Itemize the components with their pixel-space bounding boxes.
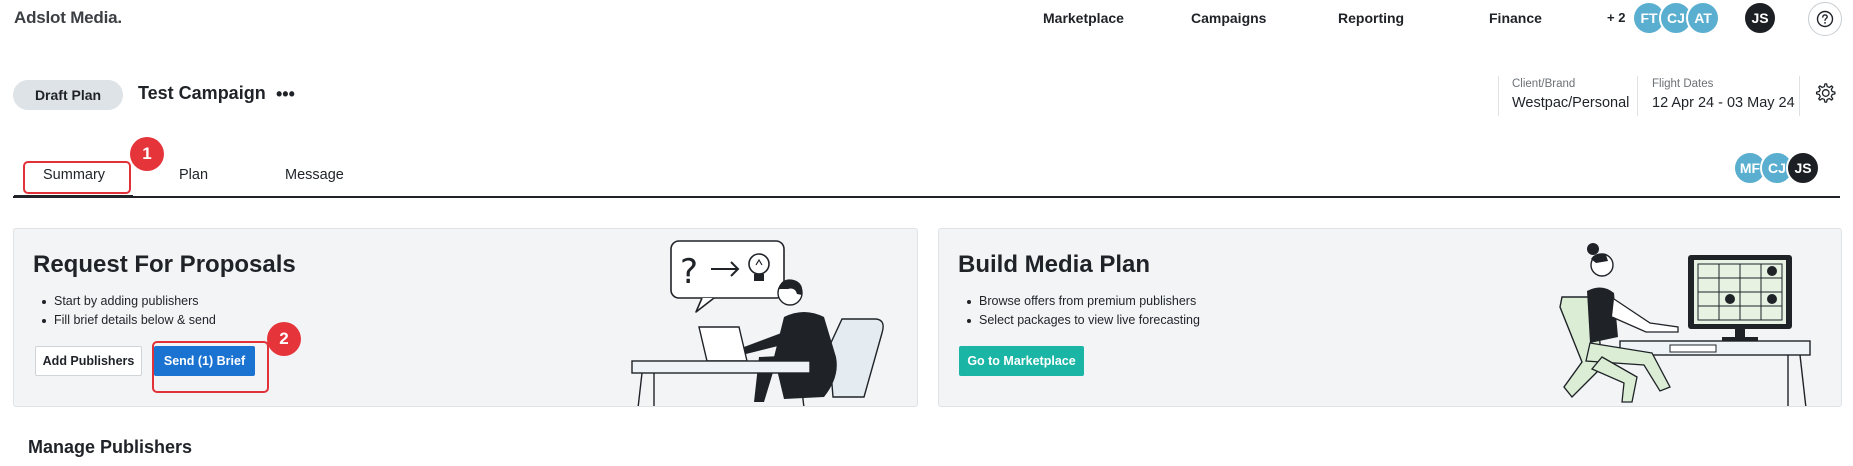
list-item: Fill brief details below & send <box>34 311 216 330</box>
user-avatar[interactable]: JS <box>1743 1 1777 35</box>
status-badge: Draft Plan <box>13 80 123 110</box>
divider <box>1498 76 1499 116</box>
app-logo[interactable]: Adslot Media. <box>14 8 122 28</box>
rfp-card-title: Request For Proposals <box>33 251 296 278</box>
help-button[interactable] <box>1808 2 1842 36</box>
client-brand-value: Westpac/Personal <box>1512 95 1630 111</box>
top-nav: Adslot Media. Marketplace Campaigns Repo… <box>0 0 1853 38</box>
callout-marker-1: 1 <box>130 137 164 171</box>
divider <box>1799 76 1800 116</box>
manage-publishers-heading: Manage Publishers <box>28 437 193 457</box>
build-plan-card-title: Build Media Plan <box>958 251 1151 278</box>
nav-marketplace[interactable]: Marketplace <box>1043 10 1124 26</box>
active-tab-indicator <box>14 195 133 198</box>
list-item: Browse offers from premium publishers <box>959 292 1200 311</box>
client-brand-label: Client/Brand <box>1512 78 1576 90</box>
callout-highlight-send-brief <box>152 341 269 393</box>
nav-reporting[interactable]: Reporting <box>1338 10 1404 26</box>
add-publishers-button[interactable]: Add Publishers <box>35 346 142 376</box>
callout-highlight-summary <box>23 161 131 194</box>
go-to-marketplace-button[interactable]: Go to Marketplace <box>959 346 1084 376</box>
tab-plan[interactable]: Plan <box>179 167 208 183</box>
list-item: Start by adding publishers <box>34 292 216 311</box>
settings-button[interactable] <box>1812 80 1838 106</box>
tab-message[interactable]: Message <box>285 167 344 183</box>
rfp-illustration: ? <box>631 240 884 406</box>
nav-campaigns[interactable]: Campaigns <box>1191 10 1266 26</box>
rfp-steps-list: Start by adding publishers Fill brief de… <box>34 292 216 330</box>
question-circle-icon <box>1816 10 1834 28</box>
nav-finance[interactable]: Finance <box>1489 10 1542 26</box>
svg-text:?: ? <box>680 252 698 292</box>
tab-bar: Summary Plan Message <box>13 160 1840 198</box>
build-plan-illustration <box>1559 243 1811 406</box>
list-item: Select packages to view live forecasting <box>959 311 1200 330</box>
more-users-count[interactable]: + 2 <box>1607 10 1625 25</box>
build-plan-card: Build Media Plan Browse offers from prem… <box>938 228 1842 407</box>
collaborator-avatar-js[interactable]: JS <box>1786 151 1820 185</box>
divider <box>1637 76 1638 116</box>
page-title: Test Campaign <box>138 83 266 103</box>
flight-dates-label: Flight Dates <box>1652 78 1714 90</box>
callout-marker-2: 2 <box>267 322 301 356</box>
gear-icon <box>1815 83 1836 103</box>
rfp-card: Request For Proposals Start by adding pu… <box>13 228 918 407</box>
more-options-button[interactable]: ••• <box>276 84 295 105</box>
flight-dates-value: 12 Apr 24 - 03 May 24 <box>1652 95 1795 111</box>
build-plan-steps-list: Browse offers from premium publishers Se… <box>959 292 1200 330</box>
avatar-at[interactable]: AT <box>1686 1 1720 35</box>
